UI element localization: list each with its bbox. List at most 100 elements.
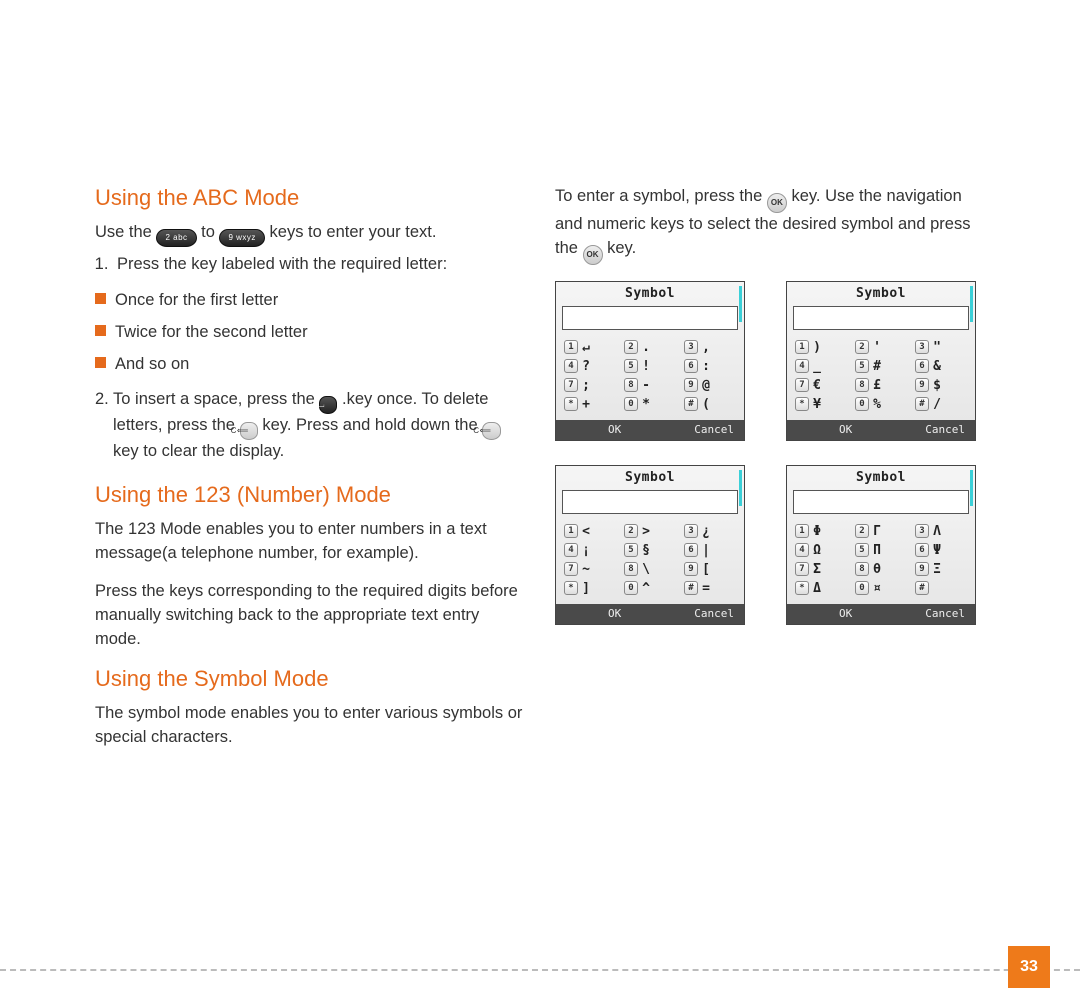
symbol-key[interactable]: 4_ [795,359,847,374]
symbol-key[interactable]: 0* [624,397,676,412]
softkey-cancel[interactable]: Cancel [925,607,965,620]
softkey-ok[interactable]: OK [608,607,621,620]
symbol-key[interactable]: 3" [915,340,967,355]
key-number: 7 [795,562,809,576]
key-symbol: [ [701,562,711,577]
symbol-key[interactable]: 7; [564,378,616,393]
symbol-key[interactable]: 1Φ [795,524,847,539]
key-symbol: Δ [812,581,822,596]
symbol-key[interactable]: #( [684,397,736,412]
screen-title: Symbol [556,466,744,488]
symbol-key[interactable]: #/ [915,397,967,412]
symbol-key[interactable]: 6& [915,359,967,374]
softkey-ok[interactable]: OK [839,423,852,436]
key-symbol: ¤ [872,581,882,596]
symbol-key[interactable]: 8- [624,378,676,393]
key-symbol: Φ [812,524,822,539]
symbol-key[interactable]: 1< [564,524,616,539]
bullet-item: Twice for the second letter [95,321,525,345]
key-symbol: Λ [932,524,942,539]
symbol-key[interactable]: 9@ [684,378,736,393]
symbol-key[interactable]: *Δ [795,581,847,596]
symbol-key[interactable]: 5! [624,359,676,374]
key-number: 4 [795,543,809,557]
symbol-key[interactable]: 9Ξ [915,562,967,577]
key-symbol: > [641,524,651,539]
symbol-key[interactable]: 2Γ [855,524,907,539]
symbol-key[interactable]: *] [564,581,616,596]
softkey-ok[interactable]: OK [608,423,621,436]
key-symbol: + [581,397,591,412]
key-symbol: - [641,378,651,393]
symbol-key[interactable]: # [915,581,967,596]
symbol-screen: Symbol1Φ2Γ3Λ4Ω5Π6Ψ7Σ8θ9Ξ*Δ0¤#OKCancel [786,465,976,625]
symbol-instructions: To enter a symbol, press the OK key. Use… [555,185,985,265]
key-number: 2 [624,340,638,354]
key-symbol: . [641,340,651,355]
symbol-key[interactable]: 2> [624,524,676,539]
symbol-key[interactable]: 9[ [684,562,736,577]
symbol-key[interactable]: 6| [684,543,736,558]
key-symbol: ] [581,581,591,596]
symbol-key[interactable]: 9$ [915,378,967,393]
softkey-cancel[interactable]: Cancel [694,423,734,436]
screen-input-field[interactable] [793,490,969,514]
symbol-key[interactable]: 0¤ [855,581,907,596]
abc-steps-list: Press the key labeled with the required … [95,253,525,277]
symbol-key[interactable]: 4? [564,359,616,374]
key-number: 1 [795,524,809,538]
symbol-key[interactable]: 5# [855,359,907,374]
symbol-key[interactable]: 4¡ [564,543,616,558]
key-number: 8 [855,378,869,392]
key-symbol: § [641,543,651,558]
symbol-key[interactable]: 1↵ [564,340,616,355]
key-symbol: € [812,378,822,393]
softkey-ok[interactable]: OK [839,607,852,620]
symbol-key[interactable]: 3¿ [684,524,736,539]
symbol-key[interactable]: 0% [855,397,907,412]
heading-123-mode: Using the 123 (Number) Mode [95,482,525,508]
screen-title: Symbol [556,282,744,304]
screen-input-field[interactable] [562,306,738,330]
symbol-key[interactable]: *+ [564,397,616,412]
symbol-key[interactable]: 7~ [564,562,616,577]
symbol-key[interactable]: 2. [624,340,676,355]
symbol-key[interactable]: 8\ [624,562,676,577]
key-number: 1 [564,524,578,538]
key-number: 2 [855,524,869,538]
key-2abc-icon: 2 abc [156,229,196,247]
key-number: 3 [684,340,698,354]
symbol-key[interactable]: 1) [795,340,847,355]
key-symbol: @ [701,378,711,393]
softkey-cancel[interactable]: Cancel [925,423,965,436]
screen-keypad: 1)2'3"4_5#6&7€8£9$*¥0%#/ [787,336,975,420]
screen-input-field[interactable] [562,490,738,514]
screen-input-field[interactable] [793,306,969,330]
symbol-key[interactable]: *¥ [795,397,847,412]
symbol-key[interactable]: 6Ψ [915,543,967,558]
symbol-key[interactable]: #= [684,581,736,596]
symbol-key[interactable]: 5Π [855,543,907,558]
symbol-key[interactable]: 8£ [855,378,907,393]
text: key to clear the display. [113,442,284,460]
symbol-key[interactable]: 8θ [855,562,907,577]
key-number: 1 [795,340,809,354]
symbol-key[interactable]: 7€ [795,378,847,393]
symbol-screen: Symbol1)2'3"4_5#6&7€8£9$*¥0%#/OKCancel [786,281,976,441]
symbol-key[interactable]: 0^ [624,581,676,596]
softkey-cancel[interactable]: Cancel [694,607,734,620]
symbol-key[interactable]: 6: [684,359,736,374]
key-number: 4 [795,359,809,373]
key-number: # [915,581,929,595]
key-number: 9 [915,562,929,576]
key-number: 3 [915,340,929,354]
key-number: 7 [795,378,809,392]
symbol-key[interactable]: 7Σ [795,562,847,577]
symbol-key[interactable]: 2' [855,340,907,355]
symbol-key[interactable]: 3, [684,340,736,355]
symbol-key[interactable]: 3Λ [915,524,967,539]
key-symbol: ↵ [581,340,591,355]
symbol-key[interactable]: 4Ω [795,543,847,558]
key-symbol: * [641,397,651,412]
symbol-key[interactable]: 5§ [624,543,676,558]
